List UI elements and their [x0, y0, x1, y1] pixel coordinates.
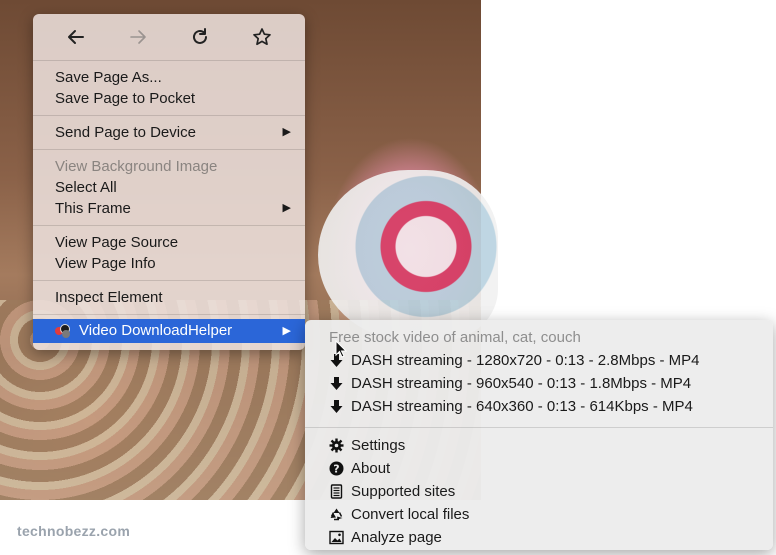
- forward-button[interactable]: [121, 22, 155, 52]
- back-arrow-icon: [68, 30, 84, 44]
- view-page-info-item[interactable]: View Page Info: [33, 253, 305, 274]
- video-downloadhelper-submenu: Free stock video of animal, cat, couch D…: [305, 320, 773, 550]
- supported-sites-label: Supported sites: [351, 483, 456, 500]
- analyze-page-label: Analyze page: [351, 529, 442, 546]
- addon-group: Video DownloadHelper ▶: [33, 315, 305, 349]
- view-group: View Page Source View Page Info: [33, 226, 305, 281]
- submenu-arrow-icon: ▶: [282, 202, 291, 214]
- reload-icon: [193, 28, 207, 44]
- back-button[interactable]: [59, 22, 93, 52]
- recycle-icon: [329, 507, 344, 522]
- submenu-arrow-icon: ▶: [282, 325, 291, 337]
- video-downloadhelper-item[interactable]: Video DownloadHelper ▶: [33, 319, 305, 343]
- submenu-arrow-icon: ▶: [282, 126, 291, 138]
- save-page-as-item[interactable]: Save Page As...: [33, 67, 305, 88]
- settings-label: Settings: [351, 437, 406, 454]
- streams-group: Free stock video of animal, cat, couch D…: [305, 320, 773, 428]
- pillow: [318, 170, 498, 340]
- stream-item[interactable]: DASH streaming - 960x540 - 0:13 - 1.8Mbp…: [305, 372, 773, 395]
- stream-label: DASH streaming - 1280x720 - 0:13 - 2.8Mb…: [351, 352, 700, 369]
- star-icon: [253, 28, 271, 46]
- save-group: Save Page As... Save Page to Pocket: [33, 61, 305, 116]
- svg-text:?: ?: [333, 463, 339, 476]
- send-to-device-item[interactable]: Send Page to Device ▶: [33, 122, 305, 143]
- stream-label: DASH streaming - 960x540 - 0:13 - 1.8Mbp…: [351, 375, 692, 392]
- video-downloadhelper-label: Video DownloadHelper: [79, 322, 233, 339]
- page-caption: Free stock video of animal, cat, couch: [329, 329, 581, 346]
- gear-icon: [329, 438, 344, 453]
- send-group: Send Page to Device ▶: [33, 116, 305, 150]
- nav-row: [33, 14, 305, 61]
- stream-label: DASH streaming - 640x360 - 0:13 - 614Kbp…: [351, 398, 693, 415]
- context-menu: Save Page As... Save Page to Pocket Send…: [33, 14, 305, 350]
- image-icon: [329, 530, 344, 545]
- stream-item[interactable]: DASH streaming - 1280x720 - 0:13 - 2.8Mb…: [305, 349, 773, 372]
- download-arrow-icon: [329, 376, 344, 391]
- view-background-image-item: View Background Image: [55, 158, 218, 175]
- page-group: View Background Image Select All This Fr…: [33, 150, 305, 226]
- this-frame-label: This Frame: [55, 200, 131, 217]
- list-document-icon: [329, 484, 344, 499]
- about-item[interactable]: ? About: [305, 457, 773, 480]
- question-circle-icon: ?: [329, 461, 344, 476]
- watermark: technobezz.com: [17, 523, 131, 539]
- inspect-group: Inspect Element: [33, 281, 305, 315]
- select-all-item[interactable]: Select All: [33, 177, 305, 198]
- this-frame-item[interactable]: This Frame ▶: [33, 198, 305, 219]
- inspect-element-item[interactable]: Inspect Element: [33, 287, 305, 308]
- settings-item[interactable]: Settings: [305, 434, 773, 457]
- analyze-page-item[interactable]: Analyze page: [305, 526, 773, 549]
- forward-arrow-icon: [130, 30, 146, 44]
- supported-sites-item[interactable]: Supported sites: [305, 480, 773, 503]
- download-arrow-icon: [329, 399, 344, 414]
- mouse-cursor-icon: [335, 340, 347, 358]
- convert-local-files-item[interactable]: Convert local files: [305, 503, 773, 526]
- bookmark-button[interactable]: [245, 22, 279, 52]
- convert-local-files-label: Convert local files: [351, 506, 470, 523]
- tools-group: Settings ? About Supported sites Convert…: [305, 428, 773, 555]
- save-to-pocket-item[interactable]: Save Page to Pocket: [33, 88, 305, 109]
- stream-item[interactable]: DASH streaming - 640x360 - 0:13 - 614Kbp…: [305, 395, 773, 418]
- video-downloadhelper-icon: [55, 324, 71, 338]
- view-page-source-item[interactable]: View Page Source: [33, 232, 305, 253]
- reload-button[interactable]: [183, 22, 217, 52]
- about-label: About: [351, 460, 391, 477]
- send-to-device-label: Send Page to Device: [55, 124, 196, 141]
